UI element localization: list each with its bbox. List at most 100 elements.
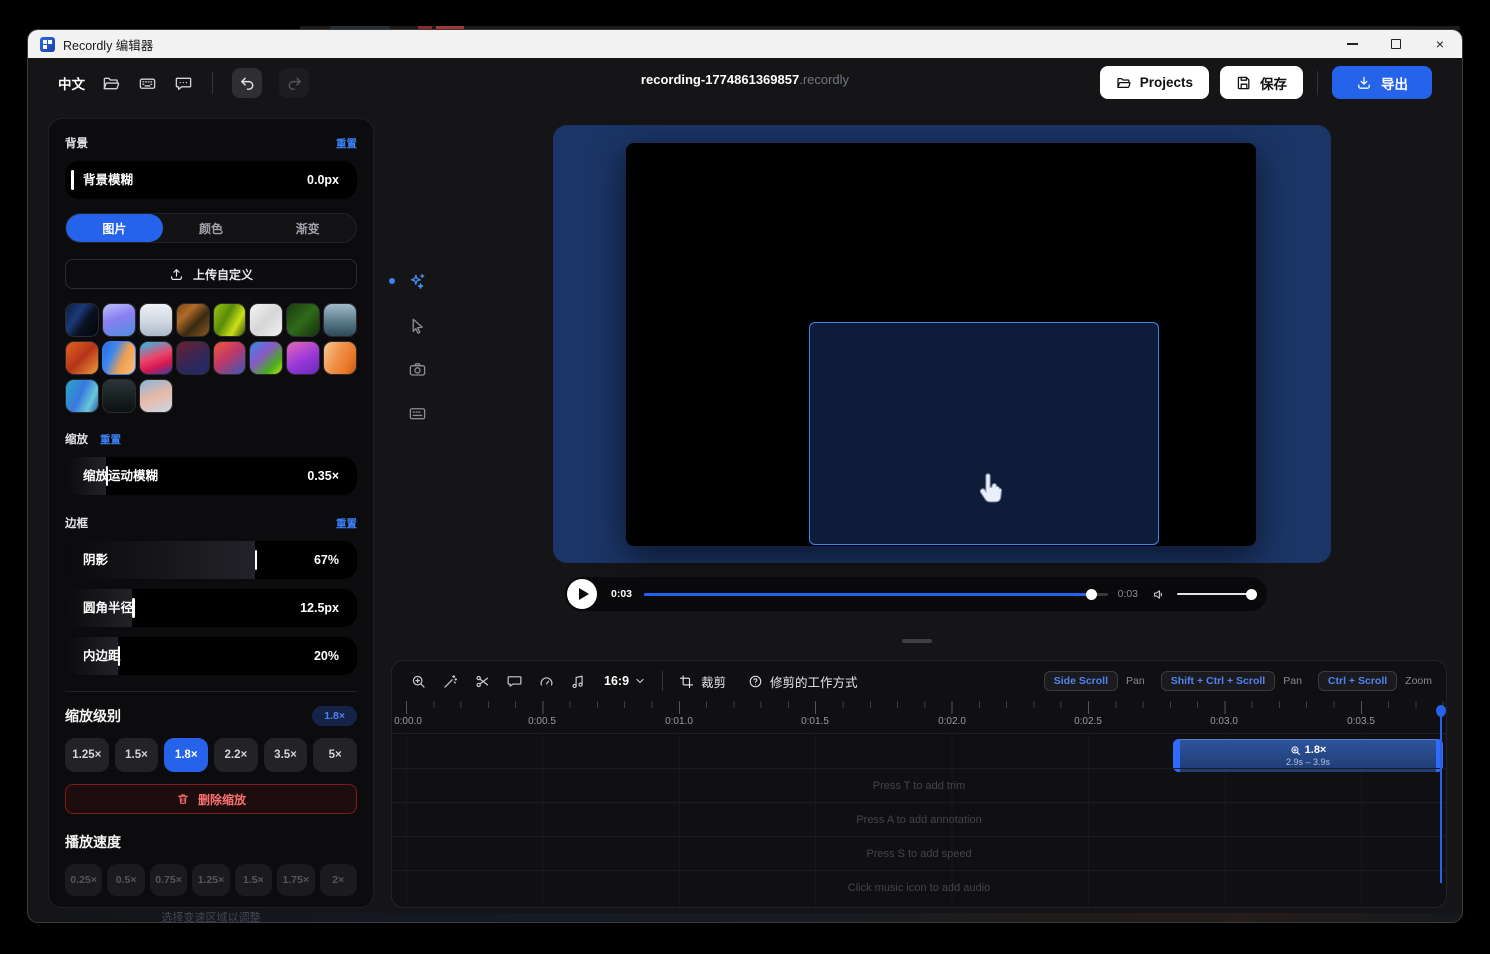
trim-track-hint: Press T to add trim — [392, 768, 1446, 802]
webcam-tool[interactable] — [400, 356, 434, 382]
speed-1.75x[interactable]: 1.75× — [277, 864, 314, 896]
speaker-icon — [1152, 587, 1167, 602]
zoom-motion-blur-slider[interactable]: 缩放运动模糊 0.35× — [65, 457, 357, 495]
sparkles-icon — [408, 272, 427, 291]
background-thumbnail[interactable] — [249, 303, 283, 337]
zoom-level-5x[interactable]: 5× — [313, 738, 357, 772]
tab-gradient[interactable]: 渐变 — [259, 214, 356, 242]
zoom-level-3.5x[interactable]: 3.5× — [264, 738, 308, 772]
ruler-label: 0:01.0 — [665, 716, 693, 727]
background-blur-slider[interactable]: 背景模糊 0.0px — [65, 161, 357, 199]
shortcut-key-pill: Ctrl + Scroll — [1318, 671, 1397, 691]
timeline-toolbar: 16:9 裁剪 修剪的工作方式 Side Scroll Pan Shift + … — [392, 661, 1446, 701]
shadow-label: 阴影 — [83, 541, 108, 579]
background-thumbnail[interactable] — [139, 303, 173, 337]
seek-knob[interactable] — [1086, 589, 1097, 600]
speed-1.5x[interactable]: 1.5× — [235, 864, 272, 896]
background-thumbnail[interactable] — [176, 341, 210, 375]
close-icon: × — [1436, 37, 1444, 51]
zoom-level-2.2x[interactable]: 2.2× — [214, 738, 258, 772]
trim-help-link[interactable]: 修剪的工作方式 — [748, 672, 858, 691]
zoom-segment-range: 2.9s – 3.9s — [1286, 757, 1330, 767]
scissors-icon — [474, 673, 491, 690]
shadow-slider[interactable]: 阴影 67% — [65, 541, 357, 579]
background-thumbnail-selected[interactable] — [102, 341, 136, 375]
timeline-zoom-button[interactable] — [410, 673, 427, 690]
settings-panel: 背景 重置 背景模糊 0.0px 图片 颜色 渐变 上传自定义 — [48, 118, 374, 908]
speed-track-hint: Press S to add speed — [392, 836, 1446, 870]
zoom-reset-link[interactable]: 重置 — [100, 432, 121, 447]
upload-icon — [169, 267, 184, 282]
crop-icon — [679, 674, 694, 689]
projects-button[interactable]: Projects — [1100, 66, 1209, 99]
background-thumbnail[interactable] — [102, 303, 136, 337]
zoom-segment-label: 1.8× — [1305, 744, 1327, 756]
zoom-level-1.8x[interactable]: 1.8× — [164, 738, 208, 772]
upload-custom-button[interactable]: 上传自定义 — [65, 259, 357, 289]
magnifier-icon — [1290, 745, 1301, 756]
playhead[interactable] — [1440, 711, 1442, 883]
corner-radius-slider[interactable]: 圆角半径 12.5px — [65, 589, 357, 627]
volume-knob[interactable] — [1246, 589, 1257, 600]
maximize-icon — [1391, 39, 1401, 49]
volume-button[interactable] — [1152, 587, 1167, 602]
export-button[interactable]: 导出 — [1332, 66, 1432, 99]
background-thumbnail[interactable] — [213, 341, 247, 375]
caption-tool[interactable] — [400, 400, 434, 426]
background-thumbnail[interactable] — [213, 303, 247, 337]
tab-image[interactable]: 图片 — [66, 214, 163, 242]
speed-0.25x[interactable]: 0.25× — [65, 864, 102, 896]
background-thumbnail[interactable] — [65, 303, 99, 337]
app-title: Recordly 编辑器 — [63, 35, 153, 54]
background-thumbnail[interactable] — [286, 303, 320, 337]
speed-1.25x[interactable]: 1.25× — [192, 864, 229, 896]
speed-0.75x[interactable]: 0.75× — [150, 864, 187, 896]
background-thumbnail[interactable] — [139, 379, 173, 413]
minimize-button[interactable] — [1330, 30, 1374, 58]
background-thumbnail[interactable] — [65, 379, 99, 413]
zoom-level-1.5x[interactable]: 1.5× — [115, 738, 159, 772]
zoom-level-1.25x[interactable]: 1.25× — [65, 738, 109, 772]
zoom-motion-blur-label: 缩放运动模糊 — [83, 457, 158, 495]
maximize-button[interactable] — [1374, 30, 1418, 58]
background-thumbnail[interactable] — [176, 303, 210, 337]
speed-2x[interactable]: 2× — [320, 864, 357, 896]
close-button[interactable]: × — [1418, 30, 1462, 58]
background-thumbnail[interactable] — [323, 303, 357, 337]
background-thumbnail[interactable] — [249, 341, 283, 375]
background-blur-label: 背景模糊 — [83, 161, 133, 199]
delete-zoom-button[interactable]: 删除缩放 — [65, 784, 357, 814]
shadow-value: 67% — [314, 541, 339, 579]
background-reset-link[interactable]: 重置 — [336, 136, 357, 151]
auto-edit-button[interactable] — [442, 673, 459, 690]
background-thumbnail[interactable] — [323, 341, 357, 375]
auto-zoom-tool[interactable] — [400, 268, 434, 294]
background-thumbnail[interactable] — [102, 379, 136, 413]
background-thumbnail[interactable] — [286, 341, 320, 375]
speed-button[interactable] — [538, 673, 555, 690]
panel-resize-handle[interactable] — [902, 639, 932, 643]
seek-bar[interactable] — [644, 588, 1108, 600]
save-button[interactable]: 保存 — [1220, 66, 1303, 99]
ruler-label: 0:02.5 — [1074, 716, 1102, 727]
padding-slider[interactable]: 内边距 20% — [65, 637, 357, 675]
aspect-ratio-dropdown[interactable]: 16:9 — [604, 674, 646, 688]
speed-0.5x[interactable]: 0.5× — [107, 864, 144, 896]
crop-button[interactable]: 裁剪 — [679, 672, 726, 691]
background-thumbnail[interactable] — [65, 341, 99, 375]
volume-slider[interactable] — [1177, 588, 1257, 600]
ruler-major-ticks — [406, 701, 1446, 714]
background-thumbnail[interactable] — [139, 341, 173, 375]
annotation-button[interactable] — [506, 673, 523, 690]
cut-button[interactable] — [474, 673, 491, 690]
border-reset-link[interactable]: 重置 — [336, 516, 357, 531]
music-button[interactable] — [570, 673, 587, 690]
tab-color[interactable]: 颜色 — [163, 214, 260, 242]
timeline-ruler[interactable]: 0:00.0 0:00.5 0:01.0 0:01.5 0:02.0 0:02.… — [392, 701, 1446, 734]
timeline-tracks[interactable]: 1.8× 2.9s – 3.9s Press T to add trim Pre… — [392, 734, 1446, 907]
play-button[interactable] — [567, 579, 597, 609]
cursor-tool[interactable] — [400, 312, 434, 338]
desktop: Recordly 编辑器 × 中文 recording-177486136985… — [0, 0, 1490, 954]
annotation-track-hint: Press A to add annotation — [392, 802, 1446, 836]
timeline-panel: 16:9 裁剪 修剪的工作方式 Side Scroll Pan Shift + … — [391, 660, 1447, 908]
